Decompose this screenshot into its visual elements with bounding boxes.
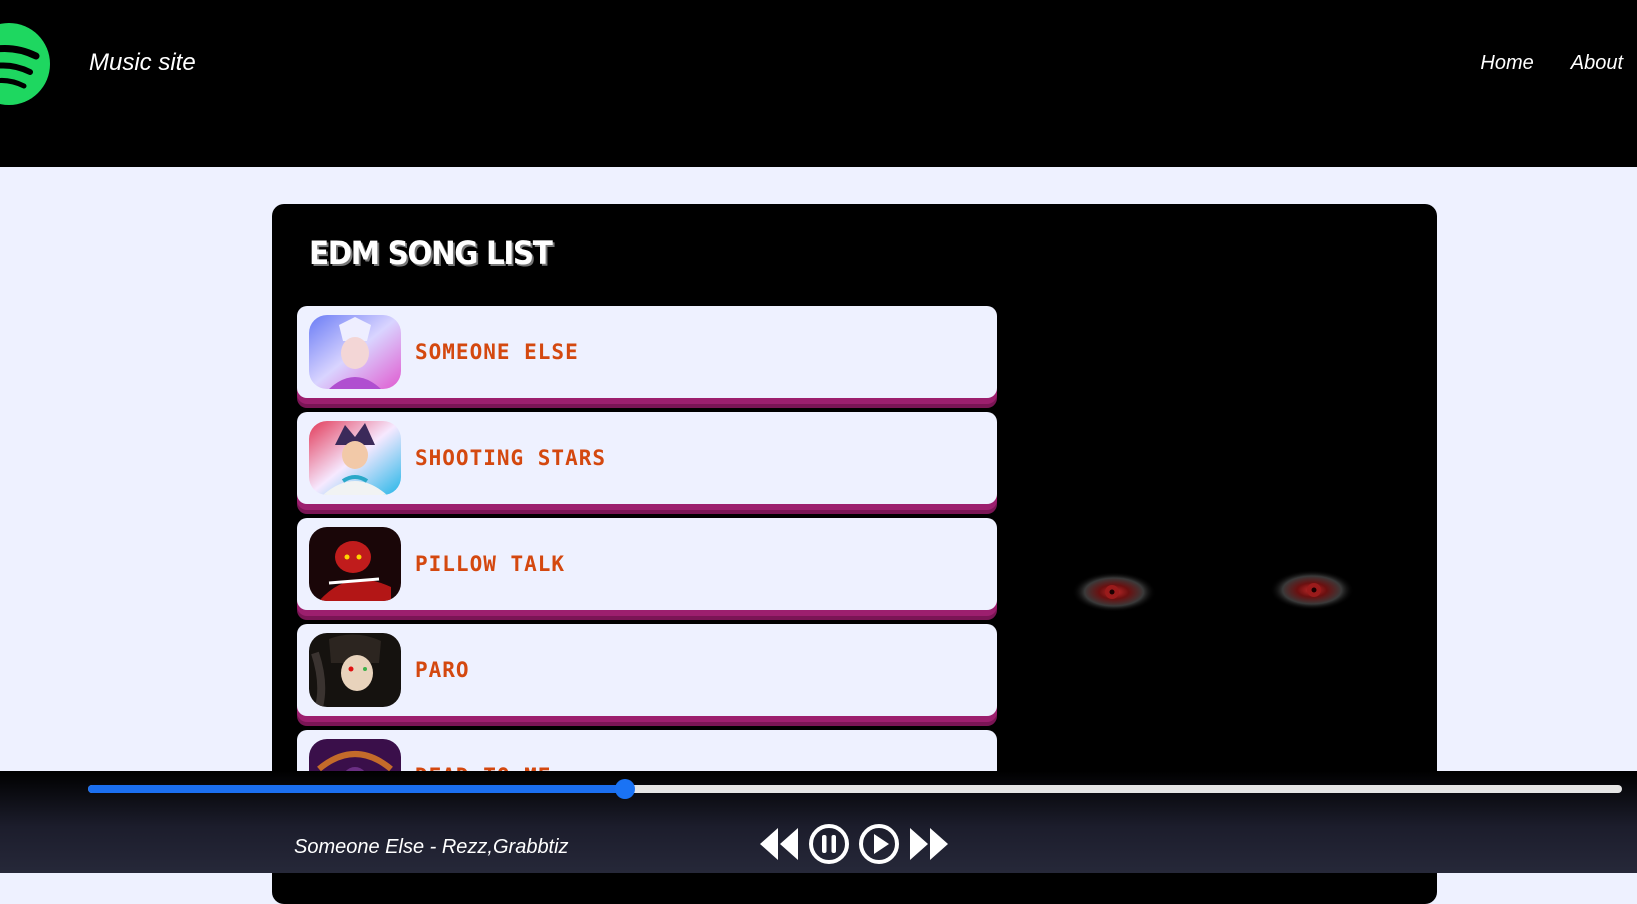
song-title: Someone Else bbox=[415, 340, 579, 364]
song-list-heading: EDM SONG LIST bbox=[309, 234, 553, 272]
progress-fill bbox=[88, 785, 625, 793]
rewind-icon[interactable] bbox=[758, 826, 800, 862]
music-player-bar: Someone Else - Rezz,Grabbtiz bbox=[0, 771, 1637, 873]
nav-link-about[interactable]: About bbox=[1571, 52, 1623, 75]
site-title: Music site bbox=[89, 49, 196, 76]
song-cover-image bbox=[309, 421, 401, 495]
song-item-someone-else[interactable]: Someone Else bbox=[297, 306, 997, 398]
song-title: Pillow Talk bbox=[415, 552, 566, 576]
navbar: Music site Home About bbox=[0, 0, 1637, 167]
now-playing-text: Someone Else - Rezz,Grabbtiz bbox=[294, 836, 569, 858]
pause-icon[interactable] bbox=[808, 823, 850, 865]
play-icon[interactable] bbox=[858, 823, 900, 865]
song-cover-image bbox=[309, 527, 401, 601]
song-item-pillow-talk[interactable]: Pillow Talk bbox=[297, 518, 997, 610]
song-cover-image bbox=[309, 633, 401, 707]
fast-forward-icon[interactable] bbox=[908, 826, 950, 862]
nav-links: Home About bbox=[1480, 52, 1623, 75]
progress-bar[interactable] bbox=[88, 779, 1622, 799]
spotify-logo-icon[interactable] bbox=[0, 20, 50, 108]
song-cover-image bbox=[309, 315, 401, 389]
nav-link-home[interactable]: Home bbox=[1480, 52, 1533, 75]
player-controls bbox=[758, 823, 950, 865]
progress-thumb[interactable] bbox=[614, 779, 635, 799]
song-list: Someone Else Shooting Stars bbox=[297, 306, 997, 836]
song-title: Paro bbox=[415, 658, 470, 682]
song-item-shooting-stars[interactable]: Shooting Stars bbox=[297, 412, 997, 504]
song-title: Shooting Stars bbox=[415, 446, 607, 470]
song-item-paro[interactable]: Paro bbox=[297, 624, 997, 716]
glowing-eyes-image bbox=[1072, 570, 1354, 612]
